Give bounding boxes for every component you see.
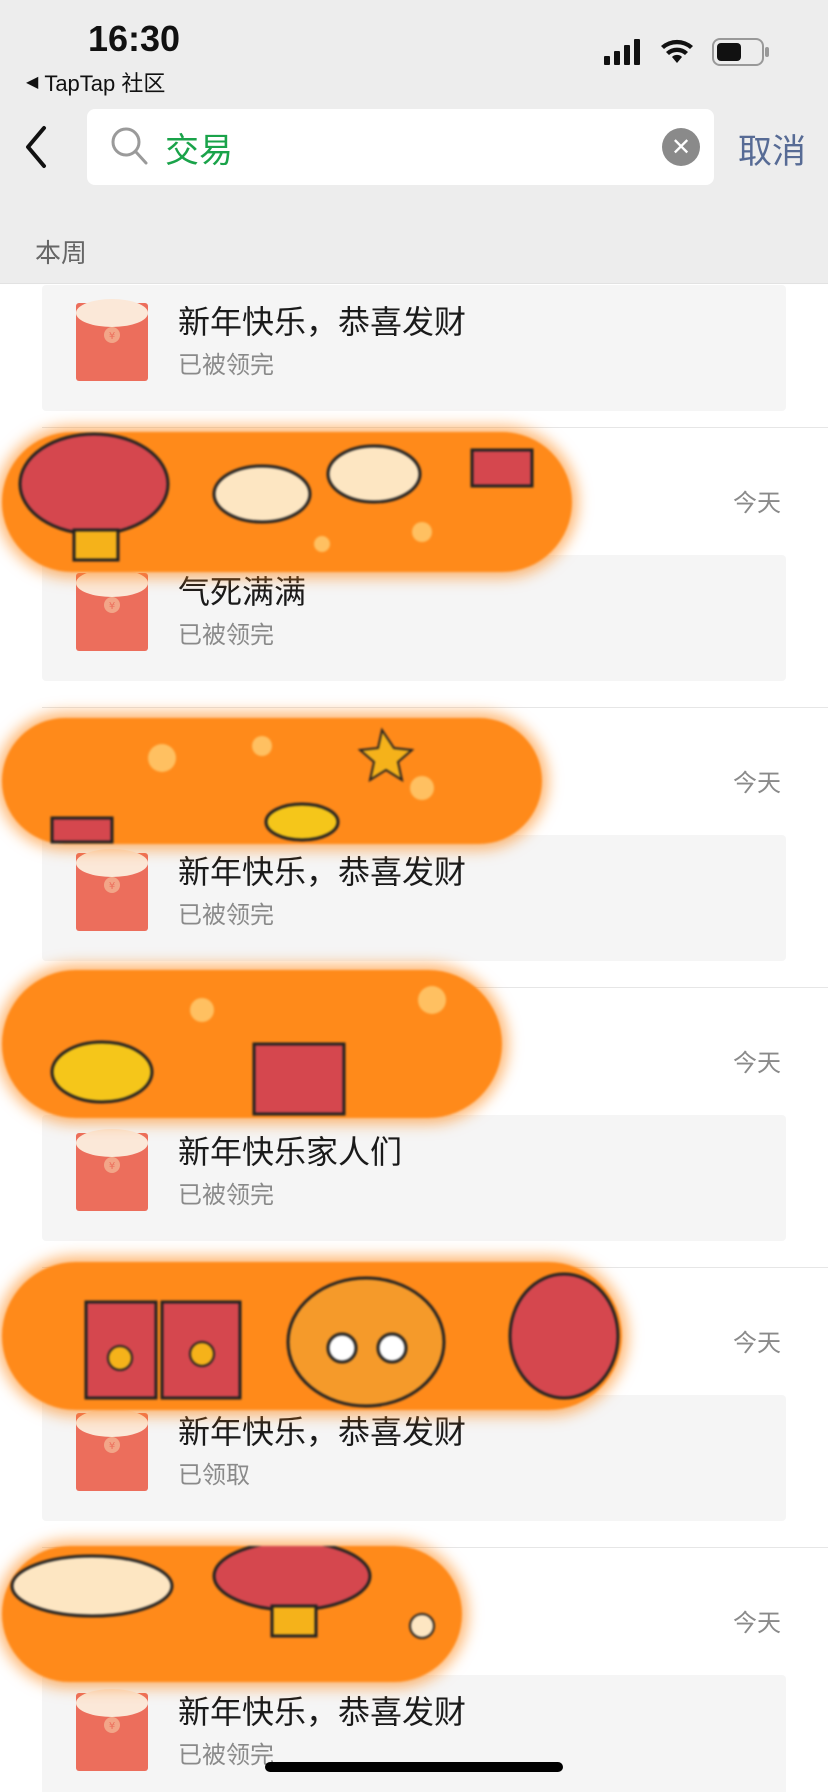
red-packet-icon: ¥: [76, 1129, 148, 1211]
red-packet-card[interactable]: ¥ 新年快乐，恭喜发财 已被领完: [42, 1675, 786, 1792]
card-status: 已被领完: [178, 1741, 274, 1769]
red-packet-icon: ¥: [76, 1409, 148, 1491]
message-date: 今天: [733, 769, 781, 797]
divider: [42, 707, 828, 708]
close-icon: ✕: [670, 133, 692, 161]
home-indicator[interactable]: [265, 1762, 563, 1772]
battery-icon: [712, 38, 769, 66]
censor-sticker: [2, 718, 542, 844]
red-packet-card[interactable]: ¥ 新年快乐，恭喜发财 已被领完: [42, 835, 786, 961]
svg-text:¥: ¥: [109, 1721, 115, 1732]
top-bar: 16:30 ◀ TapTap 社区 交易 ✕ 取消 本周: [0, 0, 828, 284]
section-header: 本周: [35, 239, 88, 269]
message-date: 今天: [733, 489, 781, 517]
card-title: 新年快乐，恭喜发财: [178, 1413, 467, 1451]
lantern-icon: [18, 432, 170, 562]
cancel-button[interactable]: 取消: [738, 124, 806, 173]
card-status: 已被领完: [178, 351, 274, 379]
card-status: 已被领完: [178, 901, 274, 929]
svg-text:¥: ¥: [109, 881, 115, 892]
card-status: 已领取: [178, 1461, 250, 1489]
svg-text:¥: ¥: [109, 1161, 115, 1172]
search-query[interactable]: 交易: [165, 123, 233, 172]
message-date: 今天: [733, 1329, 781, 1357]
censor-sticker: [2, 970, 502, 1118]
red-packet-icon: ¥: [76, 849, 148, 931]
red-packet-card[interactable]: ¥ 气死满满 已被领完: [42, 555, 786, 681]
red-packet-icon: ¥: [76, 569, 148, 651]
message-date: 今天: [733, 1609, 781, 1637]
red-packet-icon: ¥: [76, 299, 148, 381]
censor-sticker: [2, 1262, 622, 1410]
wifi-icon: [661, 39, 693, 63]
clear-search-button[interactable]: ✕: [662, 128, 700, 166]
status-icons: [604, 38, 770, 66]
red-packet-icon: ¥: [76, 1689, 148, 1771]
card-title: 气死满满: [178, 573, 307, 611]
card-title: 新年快乐，恭喜发财: [178, 1693, 467, 1731]
back-triangle-icon: ◀: [26, 74, 39, 91]
censor-sticker: [2, 432, 572, 572]
divider: [42, 427, 828, 428]
censor-sticker: [2, 1546, 462, 1682]
svg-text:¥: ¥: [109, 1441, 115, 1452]
red-packet-card[interactable]: ¥ 新年快乐，恭喜发财 已领取: [42, 1395, 786, 1521]
red-packet-card[interactable]: ¥ 新年快乐家人们 已被领完: [42, 1115, 786, 1241]
back-app-label: TapTap 社区: [44, 71, 166, 96]
svg-text:¥: ¥: [109, 601, 115, 612]
signal-icon: [604, 39, 640, 65]
message-date: 今天: [733, 1049, 781, 1077]
status-time: 16:30: [88, 18, 181, 59]
chat-search-screen: 16:30 ◀ TapTap 社区 交易 ✕ 取消 本周 ¥ 新年快乐，恭喜发财…: [0, 0, 828, 1792]
card-status: 已被领完: [178, 621, 274, 649]
search-icon: [111, 127, 148, 165]
search-input[interactable]: 交易 ✕: [87, 109, 714, 185]
card-title: 新年快乐家人们: [178, 1133, 403, 1171]
svg-text:¥: ¥: [109, 331, 115, 342]
back-chevron-icon[interactable]: [18, 122, 58, 172]
card-title: 新年快乐，恭喜发财: [178, 853, 467, 891]
card-title: 新年快乐，恭喜发财: [178, 303, 467, 341]
back-to-app-link[interactable]: ◀ TapTap 社区: [26, 66, 165, 98]
card-status: 已被领完: [178, 1181, 274, 1209]
red-packet-card[interactable]: ¥ 新年快乐，恭喜发财 已被领完: [42, 285, 786, 411]
